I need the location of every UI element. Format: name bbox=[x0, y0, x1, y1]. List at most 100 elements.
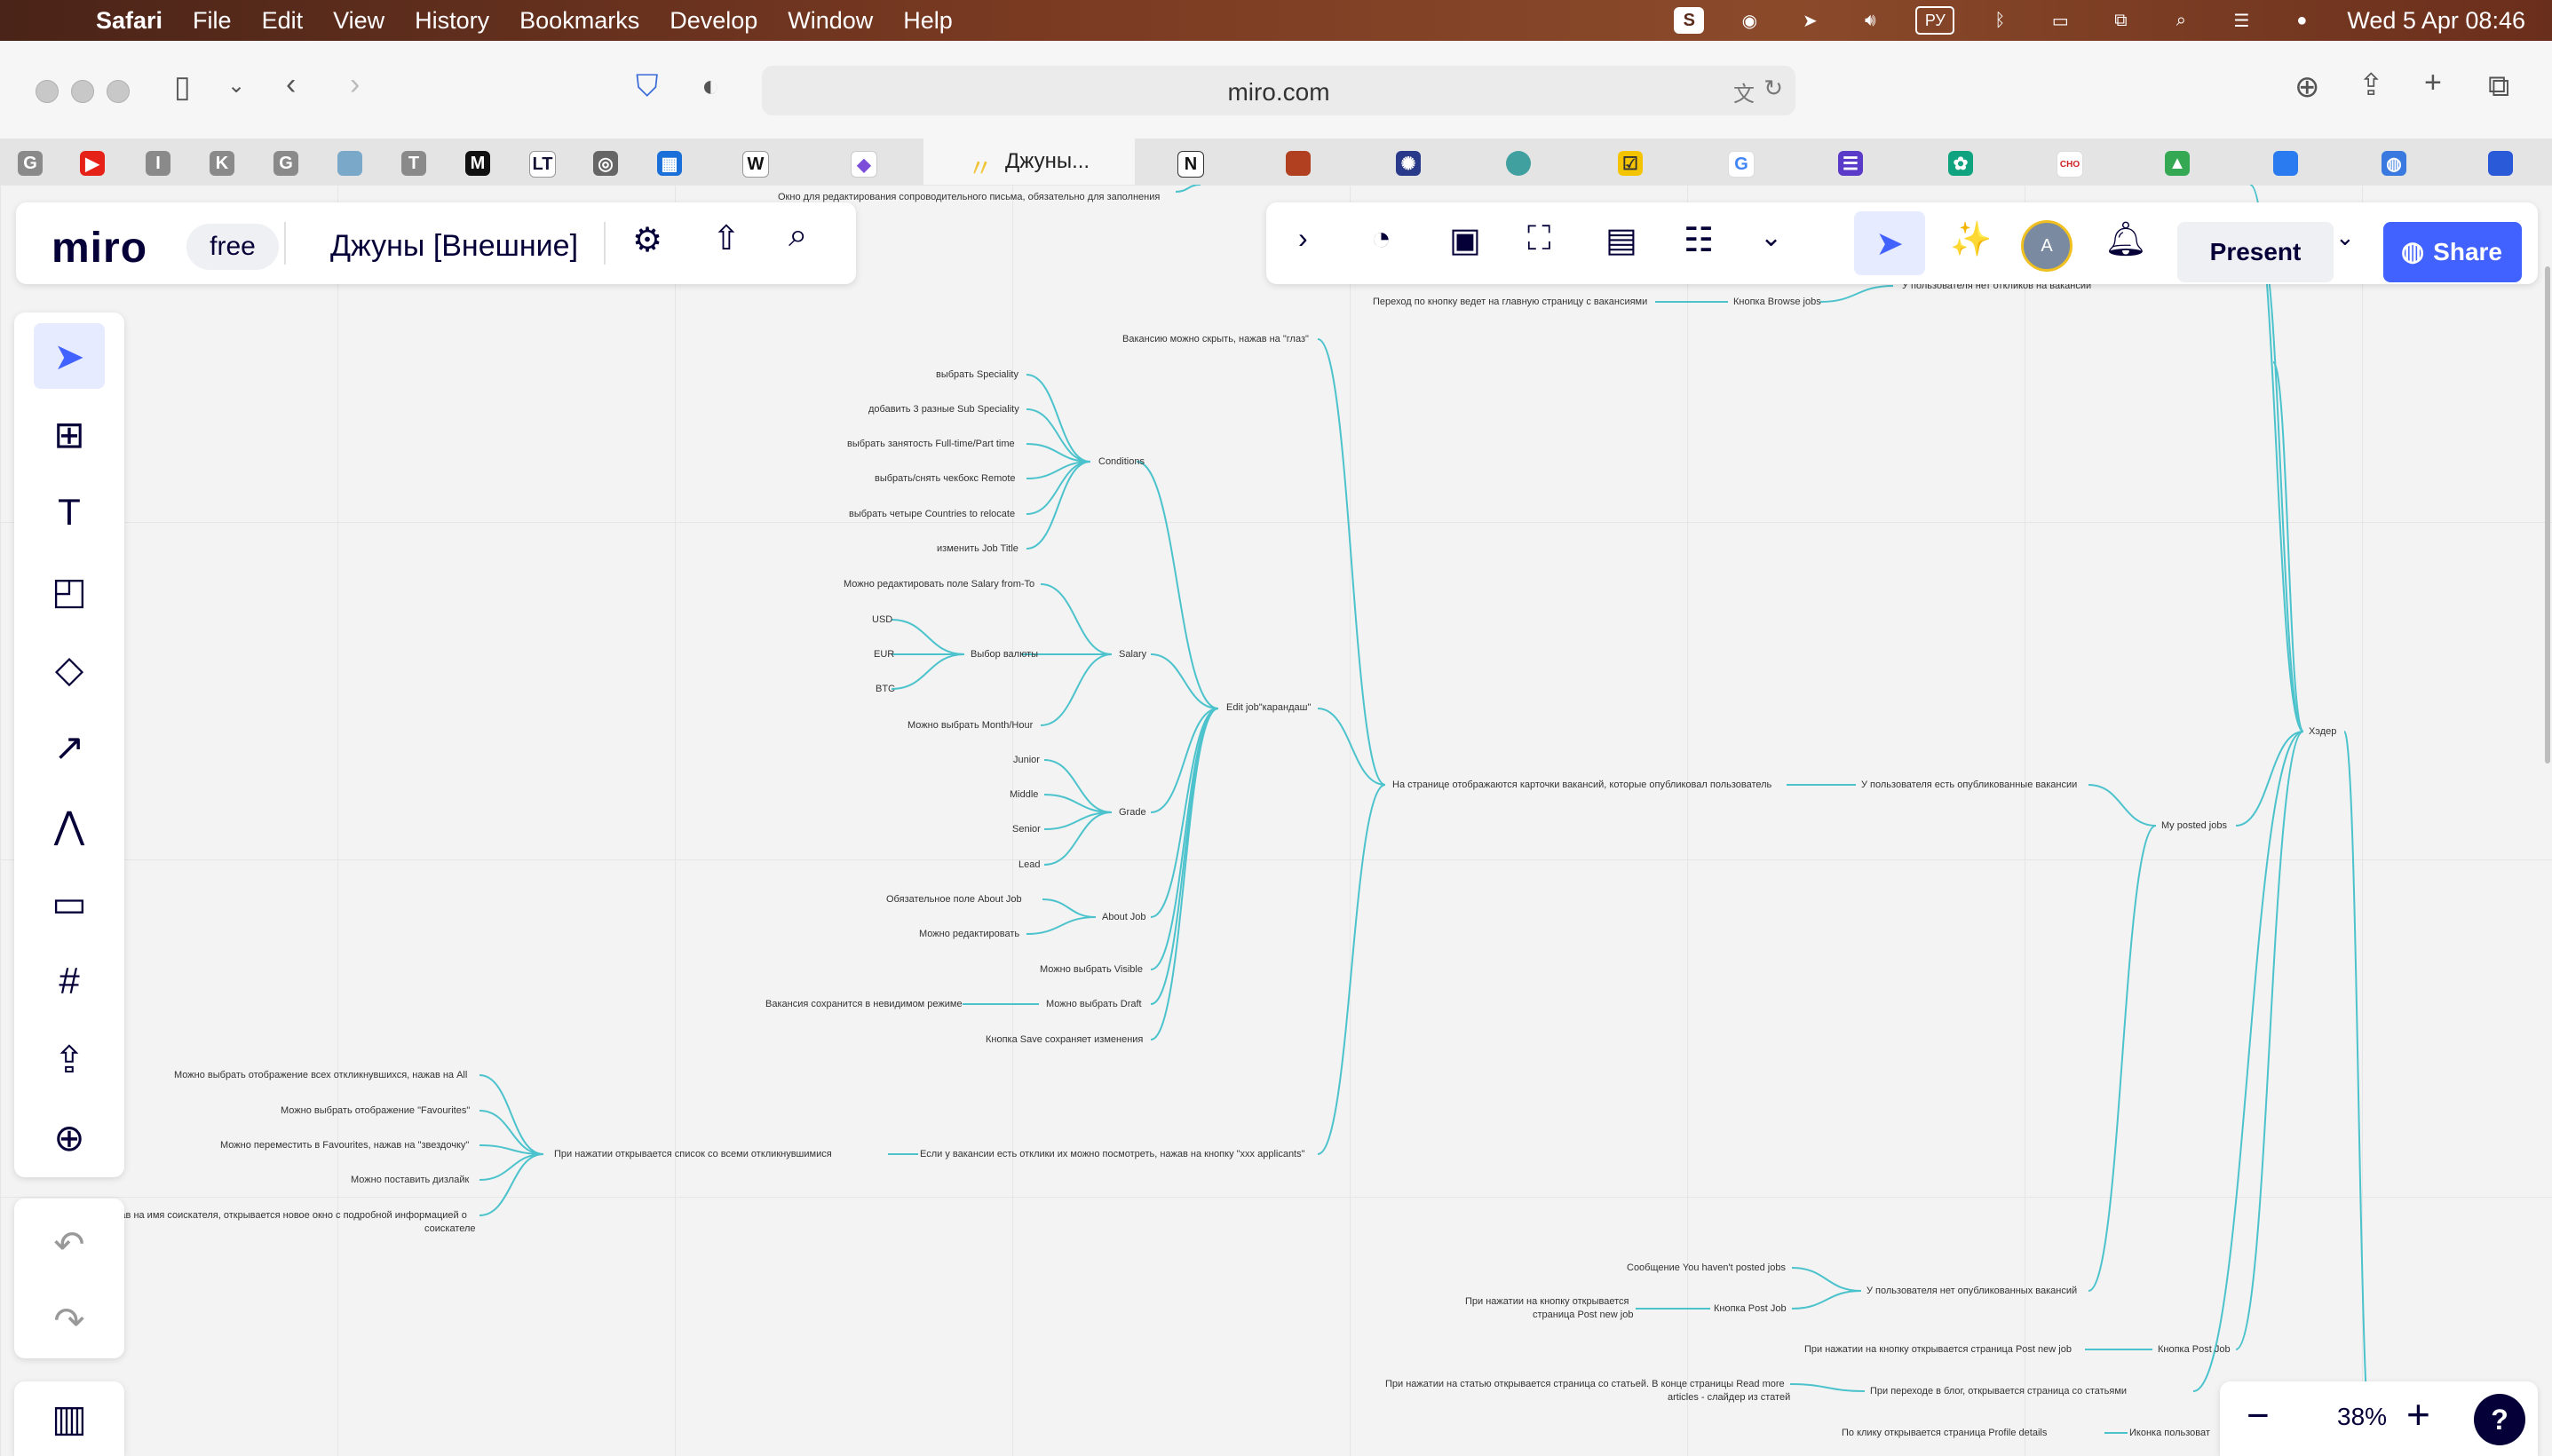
tab-favicon-t[interactable]: T bbox=[401, 151, 426, 176]
privacy-shield-icon[interactable]: ◐ bbox=[701, 69, 720, 104]
node-post-new-job[interactable]: При нажатии на кнопку открывается страни… bbox=[1804, 1344, 2072, 1355]
node-browse-jobs[interactable]: Кнопка Browse jobs bbox=[1733, 297, 1821, 307]
shapes-tool-icon[interactable]: ◇ bbox=[34, 636, 105, 701]
node-grade[interactable]: Grade bbox=[1119, 807, 1146, 818]
zoom-out-icon[interactable]: − bbox=[2247, 1394, 2270, 1438]
node-cond-jobtitle[interactable]: изменить Job Title bbox=[937, 543, 1018, 554]
notion-icon[interactable]: N bbox=[1177, 151, 1204, 178]
share-icon[interactable]: ⇪ bbox=[2358, 67, 2384, 103]
expand-chevron-icon[interactable]: › bbox=[1298, 222, 1308, 255]
node-edit-job[interactable]: Edit job"карандаш" bbox=[1226, 702, 1311, 713]
node-cards[interactable]: На странице отображаются карточки ваканс… bbox=[1392, 779, 1771, 790]
clickup-icon[interactable]: ◆ bbox=[851, 151, 877, 178]
help-button[interactable]: ? bbox=[2474, 1394, 2525, 1445]
comment-tool-icon[interactable]: ▭ bbox=[34, 870, 105, 936]
node-applicant-name-1[interactable]: Нажав на имя соискателя, открывается нов… bbox=[101, 1210, 467, 1221]
node-applicant-list[interactable]: При нажатии открывается список со всеми … bbox=[554, 1149, 832, 1159]
node-hide-eye[interactable]: Вакансию можно скрыть, нажав на "глаз" bbox=[1122, 334, 1309, 344]
node-applicant-dislike[interactable]: Можно поставить дизлайк bbox=[351, 1175, 469, 1185]
present-options-chevron-icon[interactable]: ⌄ bbox=[2335, 224, 2355, 251]
downloads-icon[interactable]: ⊕ bbox=[2294, 69, 2320, 105]
node-article-2[interactable]: articles - слайдер из статей bbox=[1668, 1392, 1790, 1403]
node-currency[interactable]: Выбор валюты bbox=[971, 649, 1038, 660]
notes-document-icon[interactable]: ☷ bbox=[1684, 220, 1714, 260]
node-visible[interactable]: Можно выбрать Visible bbox=[1040, 964, 1143, 975]
sticky-note-tool-icon[interactable]: ◰ bbox=[34, 558, 105, 623]
node-browse-jobs-text[interactable]: Переход по кнопку ведет на главную стран… bbox=[1373, 297, 1647, 307]
blue-square-icon[interactable] bbox=[2273, 151, 2298, 176]
more-apps-plus-icon[interactable]: ⊕ bbox=[34, 1104, 105, 1170]
node-has-posted[interactable]: У пользователя есть опубликованные вакан… bbox=[1861, 779, 2077, 790]
back-icon[interactable]: ‹ bbox=[286, 67, 296, 102]
node-junior[interactable]: Junior bbox=[1013, 755, 1040, 765]
node-month-hour[interactable]: Можно выбрать Month/Hour bbox=[907, 720, 1033, 731]
menu-help[interactable]: Help bbox=[903, 7, 953, 35]
badge-tab-icon[interactable]: ✺ bbox=[1396, 151, 1421, 176]
node-lead[interactable]: Lead bbox=[1018, 859, 1040, 870]
window-zoom-button[interactable] bbox=[107, 80, 130, 103]
window-minimize-button[interactable] bbox=[71, 80, 94, 103]
list-tab-icon[interactable]: ☰ bbox=[1838, 151, 1863, 176]
control-center-icon[interactable]: ☰ bbox=[2226, 7, 2256, 34]
screen-mirroring-icon[interactable]: ⧉ bbox=[2105, 7, 2136, 34]
menu-app[interactable]: Safari bbox=[96, 7, 162, 35]
node-applicant-star[interactable]: Можно переместить в Favourites, нажав на… bbox=[220, 1140, 469, 1151]
card-icon[interactable]: ▣ bbox=[1449, 220, 1481, 260]
redo-icon[interactable]: ↷ bbox=[34, 1287, 105, 1353]
node-my-posted-jobs[interactable]: My posted jobs bbox=[2161, 820, 2227, 831]
choicy-icon[interactable]: CHO bbox=[2057, 151, 2083, 178]
node-blog[interactable]: При переходе в блог, открывается страниц… bbox=[1870, 1386, 2127, 1397]
planet-icon[interactable]: ◍ bbox=[2382, 151, 2406, 176]
node-cond-countries[interactable]: выбрать четыре Countries to relocate bbox=[849, 509, 1015, 519]
board-list-icon[interactable]: ▥ bbox=[34, 1385, 105, 1451]
node-draft-note[interactable]: Вакансия сохранится в невидимом режиме bbox=[765, 999, 963, 1009]
celebration-icon[interactable]: ✨ bbox=[1950, 220, 1992, 259]
node-cond-remote[interactable]: выбрать/снять чекбокс Remote bbox=[875, 473, 1016, 484]
miro-logo[interactable]: miro bbox=[52, 224, 147, 273]
menu-file[interactable]: File bbox=[193, 7, 232, 35]
node-about-required[interactable]: Обязательное поле About Job bbox=[886, 894, 1022, 905]
node-applicant-all[interactable]: Можно выбрать отображение всех откликнув… bbox=[174, 1070, 467, 1080]
youtube-icon[interactable]: ▶ bbox=[80, 151, 105, 176]
select-tool-icon[interactable]: ➤ bbox=[34, 323, 105, 389]
node-cond-speciality[interactable]: выбрать Speciality bbox=[936, 369, 1018, 380]
node-article-1[interactable]: При нажатии на статью открывается страни… bbox=[1385, 1379, 1785, 1389]
node-save-button-note[interactable]: Кнопка Save сохраняет изменения bbox=[986, 1034, 1143, 1045]
tab-active-miro[interactable]: 〃 Джуны... bbox=[923, 138, 1135, 185]
node-about-edit[interactable]: Можно редактировать bbox=[919, 929, 1019, 939]
undo-icon[interactable]: ↶ bbox=[34, 1211, 105, 1277]
tab-favicon-blob-icon[interactable] bbox=[337, 151, 362, 176]
export-upload-icon[interactable]: ⇧ bbox=[712, 218, 741, 258]
connection-line-tool-icon[interactable]: ↗ bbox=[34, 714, 105, 779]
bitwarden-shield-icon[interactable]: ⛉ bbox=[636, 69, 659, 104]
node-top-partial[interactable]: Окно для редактирования сопроводительног… bbox=[778, 192, 1160, 202]
node-post-job-open-2[interactable]: страница Post new job bbox=[1533, 1310, 1633, 1320]
node-applicants[interactable]: Если у вакансии есть отклики их можно по… bbox=[920, 1149, 1305, 1159]
notifications-bell-icon[interactable]: 🔔︎ bbox=[2104, 220, 2147, 259]
node-cond-fulltime[interactable]: выбрать занятость Full-time/Part time bbox=[847, 439, 1015, 449]
translate-icon[interactable]: 文 bbox=[1733, 76, 1755, 107]
tab-favicon-g2[interactable]: G bbox=[273, 151, 298, 176]
user-avatar[interactable]: A bbox=[2021, 220, 2073, 272]
tab-favicon-i[interactable]: I bbox=[146, 151, 170, 176]
node-senior[interactable]: Senior bbox=[1012, 824, 1041, 835]
menubar-clock[interactable]: Wed 5 Apr 08:46 bbox=[2347, 7, 2525, 35]
record-icon[interactable]: ◉ bbox=[1734, 7, 1764, 34]
upload-tool-icon[interactable]: ⇪ bbox=[34, 1026, 105, 1092]
node-post-job-button[interactable]: Кнопка Post Job bbox=[1714, 1303, 1787, 1314]
node-eur[interactable]: EUR bbox=[874, 649, 894, 660]
menu-edit[interactable]: Edit bbox=[262, 7, 304, 35]
chevron-down-icon[interactable]: ⌄ bbox=[227, 73, 245, 99]
blue-app-icon[interactable] bbox=[2488, 151, 2513, 176]
menu-history[interactable]: History bbox=[415, 7, 489, 35]
node-no-posted-message[interactable]: Сообщение You haven't posted jobs bbox=[1627, 1262, 1786, 1273]
skype-status-icon[interactable]: S bbox=[1674, 7, 1705, 34]
node-profile-details[interactable]: По клику открывается страница Profile de… bbox=[1842, 1428, 2047, 1438]
node-post-job-button-2[interactable]: Кнопка Post Job bbox=[2158, 1344, 2231, 1355]
google-icon[interactable]: G bbox=[1728, 151, 1755, 178]
zoom-level[interactable]: 38% bbox=[2337, 1403, 2387, 1431]
reload-icon[interactable]: ↻ bbox=[1763, 75, 1783, 102]
vertical-scrollbar[interactable] bbox=[2545, 266, 2550, 764]
node-header[interactable]: Хэдер bbox=[2309, 726, 2336, 737]
grid-app-icon[interactable]: ▦ bbox=[657, 151, 682, 176]
